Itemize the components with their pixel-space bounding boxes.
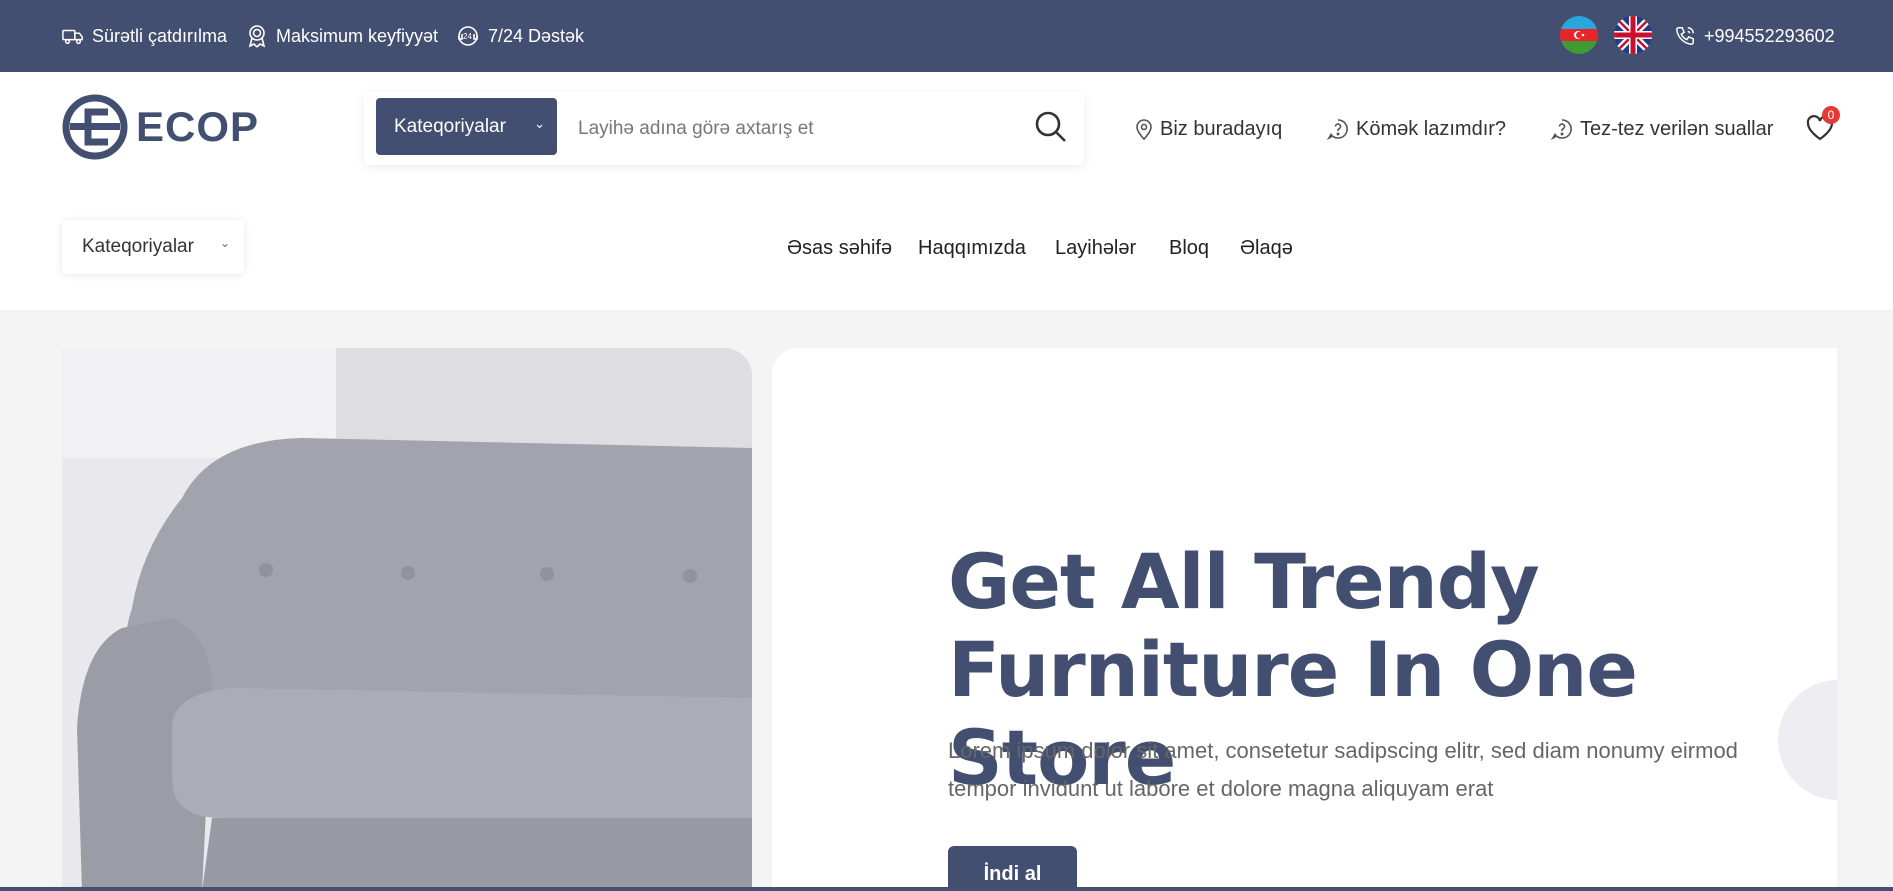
- top-bar: Sürətli çatdırılma Maksimum keyfiyyət 24…: [0, 0, 1893, 72]
- ecop-logo-icon: [62, 94, 128, 160]
- hero-title-line-1: Get All Trendy: [948, 537, 1540, 626]
- search-icon[interactable]: [1034, 110, 1068, 144]
- nav-contact[interactable]: Əlaqə: [1240, 186, 1293, 310]
- wishlist-count-badge: 0: [1822, 106, 1840, 124]
- faq-link[interactable]: Tez-tez verilən suallar: [1550, 72, 1773, 186]
- main-navbar: Kateqoriyalar ⌄ Əsas səhifə Haqqımızda L…: [0, 186, 1893, 310]
- max-quality-label: Maksimum keyfiyyət: [276, 25, 439, 46]
- nav-about[interactable]: Haqqımızda: [918, 186, 1026, 310]
- categories-select[interactable]: Kateqoriyalar ⌄: [62, 220, 244, 274]
- support-24: 24 7/24 Dəstək: [456, 0, 584, 72]
- categories-button-label: Kateqoriyalar: [394, 115, 506, 137]
- logo[interactable]: ECOP: [62, 94, 259, 160]
- header: ECOP Kateqoriyalar ⌄ Biz buradayıq Kömək…: [0, 72, 1893, 187]
- phone-icon: [1676, 27, 1694, 45]
- chevron-down-icon: ⌄: [219, 236, 230, 250]
- phone-link[interactable]: +994552293602: [1674, 0, 1835, 72]
- location-link-label: Biz buradayıq: [1160, 117, 1283, 140]
- logo-text: ECOP: [136, 103, 260, 150]
- help-question-icon: [1326, 119, 1348, 141]
- help-link[interactable]: Kömək lazımdır?: [1326, 72, 1506, 186]
- search-bar: Kateqoriyalar ⌄: [364, 92, 1084, 165]
- fast-delivery-label: Sürətli çatdırılma: [92, 25, 228, 46]
- faq-link-label: Tez-tez verilən suallar: [1580, 117, 1774, 140]
- search-input[interactable]: [576, 108, 1020, 150]
- sofa-image: [62, 348, 752, 891]
- nav-home[interactable]: Əsas səhifə: [787, 186, 892, 310]
- faq-question-icon: [1550, 119, 1572, 141]
- fast-delivery: Sürətli çatdırılma: [62, 0, 227, 72]
- location-link[interactable]: Biz buradayıq: [1134, 72, 1282, 186]
- chevron-down-icon: ⌄: [534, 116, 545, 131]
- categories-select-label: Kateqoriyalar: [82, 236, 194, 257]
- azerbaijan-flag-icon[interactable]: [1560, 16, 1598, 54]
- support-24-icon: 24: [458, 26, 478, 46]
- truck-icon: [62, 29, 83, 45]
- nav-blog[interactable]: Bloq: [1169, 186, 1209, 310]
- nav-projects[interactable]: Layihələr: [1055, 186, 1136, 310]
- support-24-label: 7/24 Dəstək: [488, 25, 585, 46]
- buy-now-button[interactable]: İndi al: [948, 846, 1077, 891]
- bottom-accent-line: [0, 887, 1893, 891]
- award-badge-icon: [248, 25, 266, 48]
- phone-number: +994552293602: [1704, 25, 1835, 46]
- hero-description: Lorem ipsum dolor sit amet, consetetur s…: [948, 738, 1738, 801]
- hero-section: Get All Trendy Furniture In One Store Lo…: [0, 310, 1893, 891]
- hero-card: Get All Trendy Furniture In One Store Lo…: [772, 348, 1837, 891]
- categories-dropdown-button[interactable]: Kateqoriyalar ⌄: [376, 98, 557, 155]
- max-quality: Maksimum keyfiyyət: [246, 0, 438, 72]
- svg-text:24: 24: [463, 32, 472, 41]
- uk-flag-icon[interactable]: [1614, 16, 1652, 54]
- map-pin-icon: [1136, 119, 1152, 141]
- help-link-label: Kömək lazımdır?: [1356, 117, 1507, 140]
